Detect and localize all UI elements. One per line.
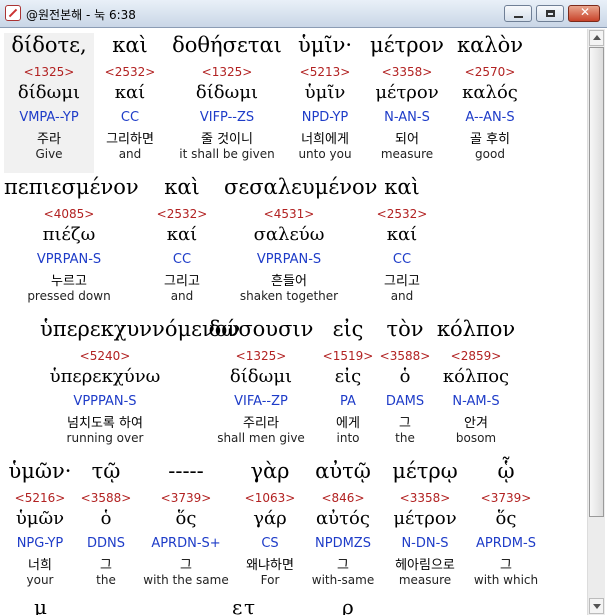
english-gloss: pressed down bbox=[27, 289, 111, 303]
korean-gloss: 골 후히 bbox=[469, 132, 510, 147]
word-block[interactable]: πεπιεσμένον <4085> πιέζω VPRPAN-S 누르고 pr… bbox=[4, 171, 139, 311]
partial-glyph: μ bbox=[34, 603, 47, 615]
verse-line: δίδοτε, <1325> δίδωμι VMPA--YP 주라 Give κ… bbox=[4, 29, 586, 169]
korean-gloss: 누르고 bbox=[51, 274, 87, 289]
interlinear-view: δίδοτε, <1325> δίδωμι VMPA--YP 주라 Give κ… bbox=[4, 29, 586, 615]
parsing-code: N-AM-S bbox=[452, 394, 500, 409]
strong-number: <2532> bbox=[376, 207, 428, 221]
greek-word: ὑπερεκχυννόμενον bbox=[40, 317, 241, 341]
greek-word: σεσαλευμένον bbox=[224, 175, 378, 199]
english-gloss: with which bbox=[473, 573, 539, 587]
scroll-thumb[interactable] bbox=[589, 47, 604, 517]
lemma: πιέζω bbox=[42, 224, 96, 245]
korean-gloss: 안겨 bbox=[464, 416, 488, 431]
parsing-code: A--AN-S bbox=[465, 110, 515, 125]
vertical-scrollbar[interactable] bbox=[587, 29, 605, 615]
strong-number: <2532> bbox=[104, 65, 156, 79]
minimize-button[interactable] bbox=[504, 5, 532, 22]
strong-number: <5240> bbox=[79, 349, 131, 363]
greek-word: πεπιεσμένον bbox=[4, 175, 139, 199]
lemma: ὑπερεκχύνω bbox=[49, 366, 161, 387]
partial-glyph: ρ bbox=[342, 603, 354, 615]
strong-number: <2532> bbox=[156, 207, 208, 221]
greek-word: καὶ bbox=[384, 175, 420, 199]
close-button[interactable]: ✕ bbox=[568, 5, 600, 22]
english-gloss: running over bbox=[66, 431, 144, 445]
word-block[interactable]: καὶ <2532> καί CC 그리고 and bbox=[357, 171, 447, 311]
strong-number: <4531> bbox=[263, 207, 315, 221]
korean-gloss: 그 bbox=[500, 558, 512, 573]
lemma: ὅς bbox=[495, 508, 517, 529]
verse-line: ὑμῶν· <5216> ὑμῶν NPG-YP 너희 your τῷ <358… bbox=[4, 455, 586, 595]
lemma: σαλεύω bbox=[253, 224, 325, 245]
app-icon bbox=[5, 5, 21, 21]
word-block[interactable]: ὑπερεκχυννόμενον <5240> ὑπερεκχύνω VPPPA… bbox=[40, 313, 240, 453]
title-bar: @원전본해 - 눅 6:38 ✕ bbox=[0, 0, 607, 28]
greek-word: κόλπον bbox=[436, 317, 516, 341]
word-block[interactable]: δοθήσεται <1325> δίδωμι VIFP--ZS 줄 것이니 i… bbox=[172, 29, 282, 169]
parsing-code: VPRPAN-S bbox=[256, 252, 322, 267]
english-gloss: good bbox=[475, 147, 505, 161]
partial-glyph: ε bbox=[232, 603, 243, 615]
word-block[interactable]: καλὸν <2570> καλός A--AN-S 골 후히 good bbox=[445, 29, 535, 169]
korean-gloss: 흔들어 bbox=[271, 274, 307, 289]
parsing-code: VPRPAN-S bbox=[36, 252, 102, 267]
greek-word: ᾧ bbox=[497, 459, 515, 483]
korean-gloss: 그리고 bbox=[384, 274, 420, 289]
close-icon: ✕ bbox=[579, 5, 591, 19]
lemma: καί bbox=[386, 224, 418, 245]
window-title: @원전본해 - 눅 6:38 bbox=[26, 8, 136, 22]
greek-word: καλὸν bbox=[456, 33, 524, 57]
next-line-partial: μ ε τ ρ bbox=[4, 603, 586, 615]
english-gloss: bosom bbox=[455, 431, 497, 445]
maximize-icon bbox=[546, 10, 555, 17]
word-block[interactable]: σεσαλευμένον <4531> σαλεύω VPRPAN-S 흔들어 … bbox=[224, 171, 377, 311]
parsing-code: APRDM-S bbox=[476, 536, 536, 551]
korean-gloss: 넘치도록 하여 bbox=[67, 416, 143, 431]
strong-number: <2859> bbox=[450, 349, 502, 363]
strong-number: <4085> bbox=[43, 207, 95, 221]
lemma: καλός bbox=[462, 82, 518, 103]
strong-number: <1325> bbox=[201, 65, 253, 79]
verse-line: πεπιεσμένον <4085> πιέζω VPRPAN-S 누르고 pr… bbox=[4, 171, 586, 311]
parsing-code: VPPPAN-S bbox=[73, 394, 137, 409]
verse-line: ὑπερεκχυννόμενον <5240> ὑπερεκχύνω VPPPA… bbox=[4, 313, 586, 453]
word-block[interactable]: καὶ <2532> καί CC 그리고 and bbox=[137, 171, 227, 311]
lemma: κόλπος bbox=[442, 366, 510, 387]
maximize-button[interactable] bbox=[536, 5, 564, 22]
word-block[interactable]: ᾧ <3739> ὅς APRDM-S 그 with which bbox=[461, 455, 551, 595]
parsing-code: CC bbox=[392, 252, 412, 267]
english-gloss: and bbox=[390, 289, 414, 303]
scroll-down-arrow-icon[interactable] bbox=[589, 598, 604, 614]
minimize-icon bbox=[514, 16, 523, 18]
partial-glyph: τ bbox=[244, 603, 256, 615]
scroll-up-arrow-icon[interactable] bbox=[589, 30, 604, 46]
english-gloss: shaken together bbox=[239, 289, 339, 303]
strong-number: <3739> bbox=[480, 491, 532, 505]
strong-number: <2570> bbox=[464, 65, 516, 79]
word-block[interactable]: κόλπον <2859> κόλπος N-AM-S 안겨 bosom bbox=[431, 313, 521, 453]
